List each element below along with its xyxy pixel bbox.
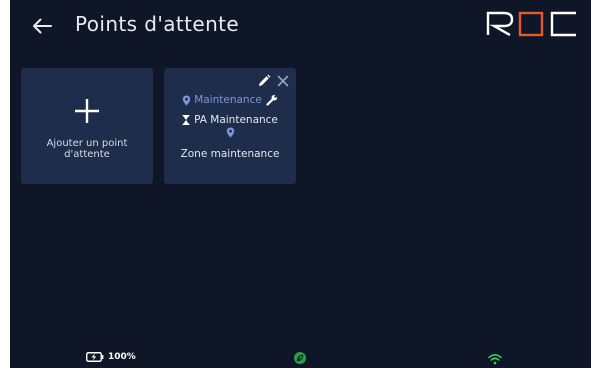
waiting-point-card[interactable]: Maintenance PA Maintenance Zone maintena… xyxy=(164,68,296,184)
wrench-icon xyxy=(266,94,277,106)
header: Points d'attente xyxy=(10,0,591,52)
battery-charging-icon xyxy=(86,352,104,362)
location-pin-icon xyxy=(182,95,191,105)
battery-level: 100% xyxy=(108,352,136,362)
waiting-point-zone-pin-row xyxy=(164,127,296,138)
waiting-point-name-row: PA Maintenance xyxy=(164,113,296,127)
close-icon[interactable] xyxy=(276,74,290,88)
battery-indicator: 100% xyxy=(86,352,136,362)
status-bar: 100% xyxy=(10,350,591,368)
page-title: Points d'attente xyxy=(75,12,240,36)
roc-logo xyxy=(486,11,576,37)
add-waiting-point-button[interactable]: Ajouter un point d'attente xyxy=(21,68,153,184)
plus-icon xyxy=(75,99,99,123)
back-button[interactable] xyxy=(30,14,54,38)
waiting-point-category: Maintenance xyxy=(194,94,262,106)
screen: Points d'attente Ajouter un point d'atte… xyxy=(10,0,591,368)
waiting-point-category-row: Maintenance xyxy=(164,92,296,108)
arrow-left-icon xyxy=(33,18,52,34)
hourglass-icon xyxy=(182,115,190,125)
add-waiting-point-label: Ajouter un point d'attente xyxy=(46,138,128,160)
leaf-icon xyxy=(294,352,306,364)
waiting-point-zone-row: Zone maintenance xyxy=(164,147,296,161)
waiting-point-zone: Zone maintenance xyxy=(180,148,280,160)
wifi-icon xyxy=(488,354,502,365)
waiting-point-name: PA Maintenance xyxy=(194,114,278,126)
location-pin-icon xyxy=(226,127,234,138)
pencil-icon[interactable] xyxy=(257,74,271,88)
